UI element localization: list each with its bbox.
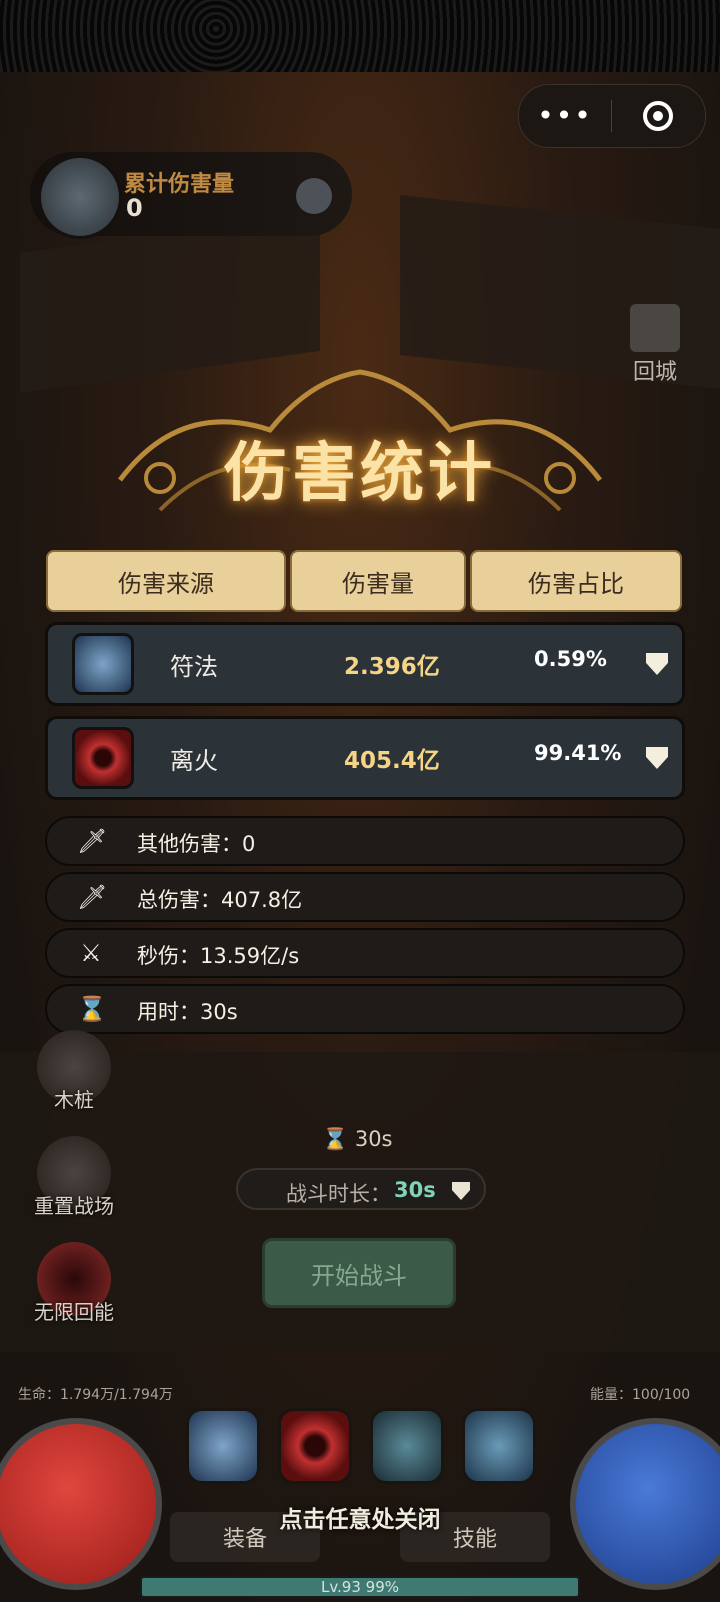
hp-readout: 生命：1.794万/1.794万 [18,1387,173,1403]
side-menu-label: 重置战场 [34,1194,114,1218]
damage-amount: 405.4亿 [344,748,440,774]
stat-time-used: ⌛ 用时：30s [45,984,685,1034]
stat-text: 秒伤：13.59亿/s [137,944,300,968]
level-readout: Lv.93 99% [320,1578,400,1596]
damage-percent: 99.41% [534,741,622,765]
status-bar-pattern [0,0,720,72]
battle-duration-selector[interactable]: 战斗时长： 30s [236,1168,486,1210]
refresh-icon[interactable] [296,178,332,214]
sword-icon: 🗡 [77,883,108,911]
expand-toggle-icon[interactable] [646,747,668,769]
side-menu-infinite-energy[interactable]: 无限回能 [28,1242,120,1325]
side-menu-label: 无限回能 [34,1300,114,1324]
city-gate-icon [630,304,680,352]
skill-slot-talisman[interactable] [186,1408,260,1484]
header-damage-amount: 伤害量 [290,550,466,612]
damage-source-name: 离火 [170,747,218,775]
crossed-swords-icon [38,155,122,239]
stat-other-damage: 🗡 其他伤害：0 [45,816,685,866]
damage-source-name: 符法 [170,653,218,681]
skill-slot-wind[interactable] [462,1408,536,1484]
expand-toggle-icon[interactable] [646,653,668,675]
duration-label: 战斗时长： [286,1182,391,1206]
stat-dps: ⚔ 秒伤：13.59亿/s [45,928,685,978]
close-hint[interactable]: 点击任意处关闭 [0,1500,720,1534]
fire-vortex-icon [72,727,134,789]
dropdown-icon [452,1182,470,1200]
damage-percent: 0.59% [534,647,607,671]
return-city-label: 回城 [632,360,677,385]
start-battle-button[interactable]: 开始战斗 [262,1238,456,1308]
more-button[interactable]: ••• [519,85,611,147]
sword-clock-icon: ⚔ [80,939,102,967]
cumulative-damage-value: 0 [126,194,143,222]
header-damage-source: 伤害来源 [46,550,286,612]
stat-text: 其他伤害：0 [137,832,256,856]
side-menu-reset-battlefield[interactable]: 重置战场 [28,1136,120,1219]
return-city-button[interactable]: 回城 [620,304,690,386]
battle-timer: ⌛ 30s [322,1127,393,1151]
header-damage-percent: 伤害占比 [470,550,682,612]
close-miniprogram-button[interactable] [612,101,704,131]
damage-row[interactable]: 符法 2.396亿 0.59% [45,622,685,706]
damage-row[interactable]: 离火 405.4亿 99.41% [45,716,685,800]
sword-icon: 🗡 [77,827,108,855]
damage-amount: 2.396亿 [344,654,440,680]
skill-slot-fire[interactable] [278,1408,352,1484]
stat-text: 用时：30s [137,1000,238,1024]
energy-readout: 能量：100/100 [590,1387,691,1403]
target-icon [643,101,673,131]
battle-timer-value: 30s [354,1127,393,1151]
duration-value: 30s [394,1178,436,1202]
skill-slot-water[interactable] [370,1408,444,1484]
side-menu-dummy[interactable]: 木桩 [28,1030,120,1113]
stat-text: 总伤害：407.8亿 [137,888,303,912]
miniprogram-capsule: ••• [518,84,706,148]
talisman-icon [72,633,134,695]
side-menu-label: 木桩 [54,1088,94,1112]
panel-title: 伤害统计 [224,437,496,511]
stat-total-damage: 🗡 总伤害：407.8亿 [45,872,685,922]
hourglass-icon: ⌛ [77,995,107,1023]
